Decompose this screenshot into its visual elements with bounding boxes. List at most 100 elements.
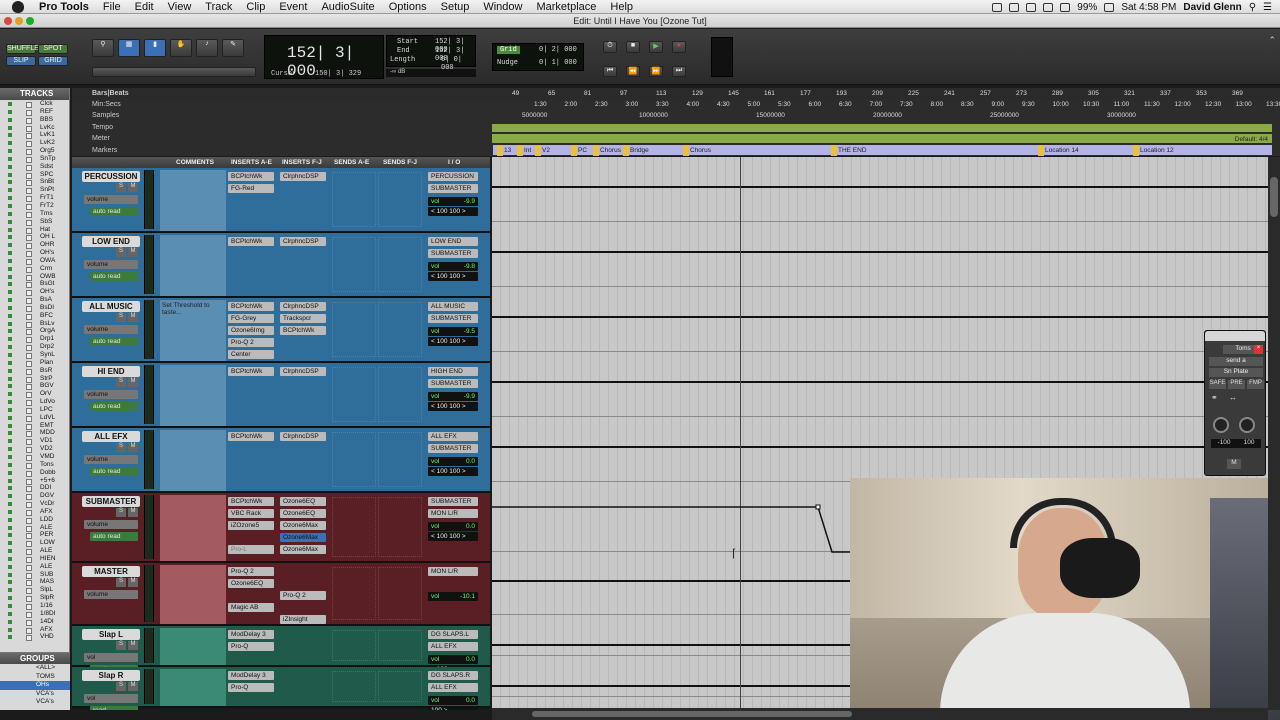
shuffle-mode-button[interactable]: SHUFFLE bbox=[6, 44, 39, 54]
insert-slot[interactable]: Center bbox=[228, 350, 274, 359]
screen-icon[interactable] bbox=[992, 2, 1003, 12]
tracklist-item[interactable]: SbS bbox=[0, 218, 69, 226]
insert-slot[interactable]: Ozone6Max bbox=[280, 545, 326, 554]
insert-slot[interactable]: BCPtchWk bbox=[228, 302, 274, 311]
sends-fj-slots[interactable] bbox=[378, 497, 422, 557]
track-header[interactable]: MASTER S Mvolume Pro-Q 2 Ozone6EQ Magic AB P… bbox=[72, 563, 490, 626]
tempo-ruler[interactable]: Tempo bbox=[72, 122, 1280, 133]
track-name[interactable]: ALL MUSIC bbox=[82, 301, 140, 312]
pan-display[interactable]: < 100 100 > bbox=[428, 207, 478, 216]
sends-fj-slots[interactable] bbox=[378, 302, 422, 357]
tracklist-item[interactable]: BsA bbox=[0, 296, 69, 304]
send-output-window[interactable]: Toms × send a Sn Plate SAFE PRE FMP ⚭ ↔ … bbox=[1204, 330, 1266, 476]
insert-slot[interactable]: Trackspcr bbox=[280, 314, 326, 323]
insert-slot[interactable]: BCPtchWk bbox=[228, 432, 274, 441]
solo-button[interactable]: S bbox=[116, 508, 126, 517]
group-item[interactable]: VCA's bbox=[0, 690, 70, 699]
stop-icon[interactable]: ■ bbox=[626, 41, 640, 53]
tracklist-item[interactable]: SnPt bbox=[0, 186, 69, 195]
volume-display[interactable]: vol 0.0 bbox=[428, 522, 478, 531]
tracklist-item[interactable]: PER bbox=[0, 531, 69, 540]
volume-display[interactable]: vol -9.9 bbox=[428, 197, 478, 206]
tracklist-item[interactable]: VMD bbox=[0, 453, 69, 461]
zoom-window-icon[interactable] bbox=[26, 17, 34, 25]
tracklist-item[interactable]: 1/16 bbox=[0, 602, 69, 610]
tempo-lane[interactable] bbox=[492, 124, 1272, 132]
insert-slot[interactable]: Ozone6Max bbox=[280, 521, 326, 530]
track-lane[interactable] bbox=[492, 287, 1268, 352]
send-mute-button[interactable]: M bbox=[1227, 459, 1241, 469]
grid-value[interactable]: 0| 2| 000 bbox=[539, 46, 577, 54]
marker[interactable]: THE END bbox=[831, 145, 867, 156]
track-comments[interactable]: Set Threshold to taste... bbox=[160, 300, 226, 361]
record-icon[interactable]: ● bbox=[672, 41, 686, 53]
meter-lane[interactable]: Default: 4/4 bbox=[492, 134, 1272, 143]
sends-ae-slots[interactable] bbox=[332, 302, 376, 357]
track-view-selector[interactable]: volume bbox=[84, 520, 138, 529]
solo-button[interactable]: S bbox=[116, 248, 126, 257]
pan-left-knob[interactable] bbox=[1213, 417, 1229, 433]
dropbox-icon[interactable] bbox=[1009, 2, 1020, 12]
notifications-icon[interactable]: ☰ bbox=[1263, 2, 1272, 13]
solo-button[interactable]: S bbox=[116, 578, 126, 587]
pan-display[interactable]: 100 > bbox=[428, 706, 478, 710]
automation-line[interactable] bbox=[492, 381, 1268, 383]
toolbar-collapse-icon[interactable]: ⌃ bbox=[1268, 35, 1276, 46]
automation-mode-selector[interactable]: auto read bbox=[90, 532, 138, 541]
output-selector[interactable]: ALL EFX bbox=[428, 683, 478, 692]
menu-app-name[interactable]: Pro Tools bbox=[32, 1, 96, 13]
groups-header[interactable]: GROUPS bbox=[0, 653, 70, 664]
input-selector[interactable]: MON L/R bbox=[428, 567, 478, 576]
tracklist-item[interactable]: LvK2 bbox=[0, 139, 69, 148]
marker[interactable]: Bridge bbox=[623, 145, 649, 156]
tracklist-item[interactable]: VD1 bbox=[0, 437, 69, 446]
tracklist-item[interactable]: Sdst bbox=[0, 163, 69, 171]
output-selector[interactable]: SUBMASTER bbox=[428, 314, 478, 323]
track-view-selector[interactable]: volume bbox=[84, 325, 138, 334]
pan-display[interactable]: < 100 100 > bbox=[428, 272, 478, 281]
input-selector[interactable]: ALL EFX bbox=[428, 432, 478, 441]
menu-marketplace[interactable]: Marketplace bbox=[529, 1, 603, 13]
markers-lane[interactable]: 13 Int V2 PC Chorus Bridge Chorus THE END Locati… bbox=[493, 145, 1272, 156]
track-name[interactable]: HI END bbox=[82, 366, 140, 377]
insert-slot[interactable] bbox=[228, 533, 274, 542]
tracklist-item[interactable]: ALE bbox=[0, 563, 69, 571]
sends-fj-slots[interactable] bbox=[378, 432, 422, 487]
automation-mode-selector[interactable]: auto read bbox=[90, 337, 138, 346]
tracklist-item[interactable]: BsGt bbox=[0, 280, 69, 289]
send-window-titlebar[interactable] bbox=[1205, 331, 1265, 341]
track-comments[interactable] bbox=[160, 170, 226, 231]
solo-button[interactable]: S bbox=[116, 682, 126, 691]
insert-slot[interactable]: VBC Rack bbox=[228, 509, 274, 518]
tracklist-item[interactable]: BBS bbox=[0, 116, 69, 124]
track-header[interactable]: Slap L S MvolreadModDelay 3Pro-QDG SLAPS… bbox=[72, 626, 490, 674]
volume-display[interactable]: vol -9.5 bbox=[428, 327, 478, 336]
solo-button[interactable]: S bbox=[116, 378, 126, 387]
insert-slot[interactable]: iZInsight bbox=[280, 615, 326, 624]
tracklist-item[interactable]: Drp2 bbox=[0, 343, 69, 351]
send-bus-selector[interactable]: Sn Plate bbox=[1209, 368, 1263, 377]
online-icon[interactable]: ⏱ bbox=[603, 41, 617, 53]
insert-slot[interactable]: Pro-Q bbox=[228, 683, 274, 692]
send-selector[interactable]: send a bbox=[1209, 357, 1263, 366]
tracklist-item[interactable]: MAS bbox=[0, 578, 69, 587]
insert-slot[interactable]: BCPtchWk bbox=[228, 237, 274, 246]
tracklist-item[interactable]: SPC bbox=[0, 171, 69, 179]
tracklist-item[interactable]: VcDr bbox=[0, 500, 69, 508]
close-send-icon[interactable]: × bbox=[1254, 345, 1263, 354]
sends-ae-slots[interactable] bbox=[332, 367, 376, 422]
tracklist-item[interactable]: BsR bbox=[0, 367, 69, 375]
marker[interactable]: Chorus bbox=[593, 145, 621, 156]
tracklist-item[interactable]: SlpR bbox=[0, 594, 69, 602]
track-name[interactable]: PERCUSSION bbox=[82, 171, 140, 182]
insert-slot[interactable]: BCPtchWk bbox=[228, 367, 274, 376]
grabber-tool-icon[interactable]: ✋ bbox=[170, 39, 192, 57]
tracklist-item[interactable]: OrV bbox=[0, 390, 69, 399]
tracklist-item[interactable]: EMT bbox=[0, 422, 69, 430]
tracklist-item[interactable]: OWB bbox=[0, 273, 69, 281]
nudge-value[interactable]: 0| 1| 000 bbox=[539, 59, 577, 67]
zoom-presets-bar[interactable] bbox=[92, 67, 256, 77]
tracklist-item[interactable]: FrT2 bbox=[0, 202, 69, 210]
tracklist-item[interactable]: SnTp bbox=[0, 155, 69, 163]
automation-breakpoint[interactable] bbox=[815, 504, 821, 510]
